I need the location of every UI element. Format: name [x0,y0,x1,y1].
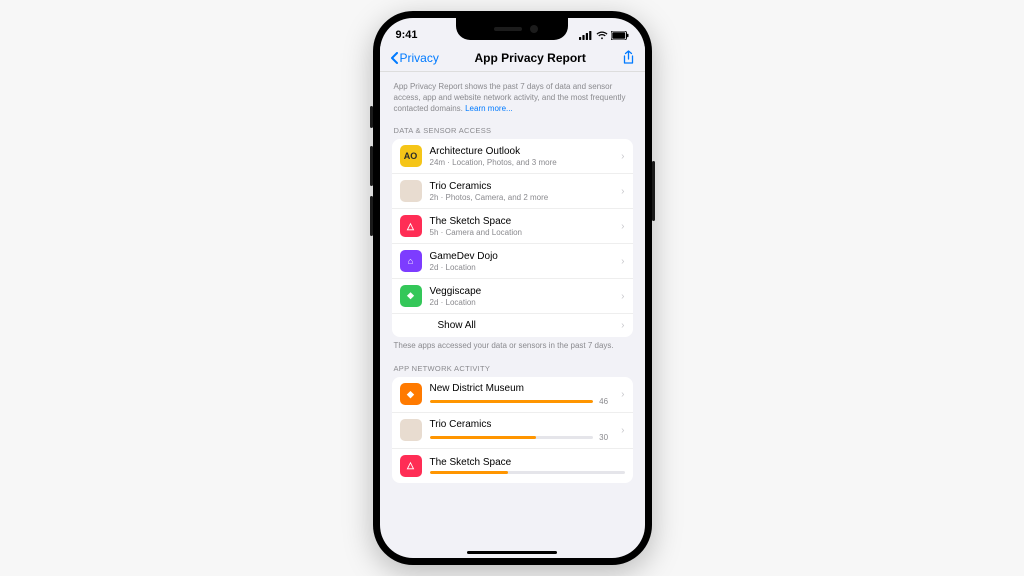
network-row[interactable]: ◆ New District Museum 46 › [392,377,633,413]
back-label: Privacy [400,51,439,65]
app-sub: 2d · Location [430,298,614,308]
app-icon: AO [400,145,422,167]
section-header-access: DATA & SENSOR ACCESS [394,126,631,135]
back-button[interactable]: Privacy [390,51,439,65]
home-indicator[interactable] [467,551,557,555]
activity-bar [430,471,625,474]
phone-frame: 9:41 Privacy App Privacy Report App Priv… [373,11,652,565]
content: App Privacy Report shows the past 7 days… [380,72,645,483]
app-name: GameDev Dojo [430,251,614,263]
chevron-right-icon: › [621,425,624,436]
power-button [652,161,655,221]
chevron-right-icon: › [621,389,624,400]
access-row[interactable]: △ The Sketch Space5h · Camera and Locati… [392,209,633,244]
app-name: Trio Ceramics [430,419,614,430]
access-row[interactable]: ❖ Veggiscape2d · Location › [392,279,633,314]
app-icon: △ [400,455,422,477]
app-name: The Sketch Space [430,457,625,468]
app-name: Architecture Outlook [430,146,614,158]
battery-icon [611,31,629,40]
activity-value: 30 [599,433,613,442]
access-row[interactable]: AO Architecture Outlook24m · Location, P… [392,139,633,174]
cellular-icon [579,31,593,40]
intro-text: App Privacy Report shows the past 7 days… [394,82,631,114]
app-icon: ❖ [400,285,422,307]
app-icon: △ [400,215,422,237]
activity-bar [430,436,594,439]
network-row[interactable]: △ The Sketch Space [392,449,633,483]
network-list: ◆ New District Museum 46 › Trio Ceramics… [392,377,633,483]
share-icon [622,50,635,65]
chevron-right-icon: › [621,320,624,331]
chevron-right-icon: › [621,256,624,267]
app-icon [400,419,422,441]
volume-up-button [370,146,373,186]
access-row[interactable]: ⌂ GameDev Dojo2d · Location › [392,244,633,279]
share-button[interactable] [622,50,635,65]
app-icon [400,180,422,202]
wifi-icon [596,31,608,40]
access-list: AO Architecture Outlook24m · Location, P… [392,139,633,337]
app-sub: 2h · Photos, Camera, and 2 more [430,193,614,203]
network-row[interactable]: Trio Ceramics 30 › [392,413,633,449]
app-icon: ◆ [400,383,422,405]
chevron-left-icon [390,52,398,64]
chevron-right-icon: › [621,151,624,162]
section-note-access: These apps accessed your data or sensors… [394,341,631,351]
show-all-label: Show All [400,320,614,331]
status-time: 9:41 [396,29,418,41]
screen: 9:41 Privacy App Privacy Report App Priv… [380,18,645,558]
app-name: Trio Ceramics [430,181,614,193]
chevron-right-icon: › [621,291,624,302]
app-sub: 2d · Location [430,263,614,273]
nav-bar: Privacy App Privacy Report [380,46,645,72]
app-name: New District Museum [430,383,614,394]
app-icon: ⌂ [400,250,422,272]
page-title: App Privacy Report [474,51,585,65]
activity-value: 46 [599,397,613,406]
activity-bar [430,400,594,403]
access-row[interactable]: Trio Ceramics2h · Photos, Camera, and 2 … [392,174,633,209]
notch [456,18,568,40]
section-header-network: APP NETWORK ACTIVITY [394,364,631,373]
app-sub: 24m · Location, Photos, and 3 more [430,158,614,168]
status-right [579,31,629,40]
app-sub: 5h · Camera and Location [430,228,614,238]
chevron-right-icon: › [621,221,624,232]
volume-down-button [370,196,373,236]
side-button [370,106,373,128]
learn-more-link[interactable]: Learn more... [465,104,513,113]
app-name: The Sketch Space [430,216,614,228]
show-all-button[interactable]: Show All › [392,314,633,337]
app-name: Veggiscape [430,286,614,298]
chevron-right-icon: › [621,186,624,197]
